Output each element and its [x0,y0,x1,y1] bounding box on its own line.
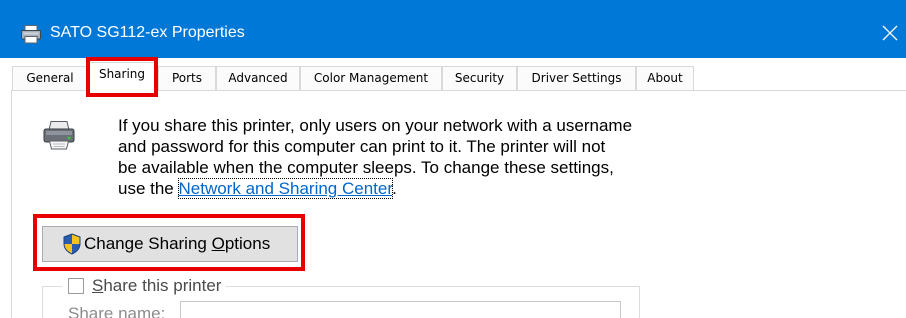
description-suffix: . [392,179,397,198]
description-line: be available when the computer sleeps. T… [118,158,614,177]
uac-shield-icon [62,233,82,255]
access-key-underline: O [211,234,225,253]
close-button[interactable] [878,21,902,45]
tab-sharing[interactable]: Sharing [86,62,158,91]
tab-security[interactable]: Security [442,66,517,90]
printer-icon [20,24,42,44]
printer-properties-dialog: SATO SG112-ex Properties General Sharing… [0,0,906,318]
share-printer-checkbox[interactable] [68,278,84,294]
close-icon [882,25,898,41]
access-key-underline: S [92,276,104,295]
tab-about[interactable]: About [636,66,694,90]
network-and-sharing-center-link[interactable]: Network and Sharing Center [177,178,394,199]
description-prefix: use the [118,179,179,198]
share-name-input[interactable] [180,301,621,318]
description-line: If you share this printer, only users on… [118,116,633,135]
tab-general[interactable]: General [12,66,88,90]
change-sharing-options-label: Change Sharing Options [84,234,271,253]
description-line-last: use the Network and Sharing Center. [118,178,632,199]
window-title: SATO SG112-ex Properties [50,24,245,41]
sharing-description: If you share this printer, only users on… [118,115,632,199]
change-sharing-options-button[interactable]: Change Sharing Options [42,226,298,262]
share-printer-legend: Share this printer [62,276,226,296]
share-name-label: Share name: [68,304,166,318]
description-line: and password for this computer can print… [118,137,606,156]
tab-advanced[interactable]: Advanced [216,66,300,90]
tab-driver-settings[interactable]: Driver Settings [517,66,636,90]
printer-icon [42,119,76,151]
title-bar: SATO SG112-ex Properties [0,0,906,58]
tab-ports[interactable]: Ports [158,66,216,90]
tab-color-management[interactable]: Color Management [300,66,442,90]
share-printer-label[interactable]: Share this printer [92,276,221,296]
